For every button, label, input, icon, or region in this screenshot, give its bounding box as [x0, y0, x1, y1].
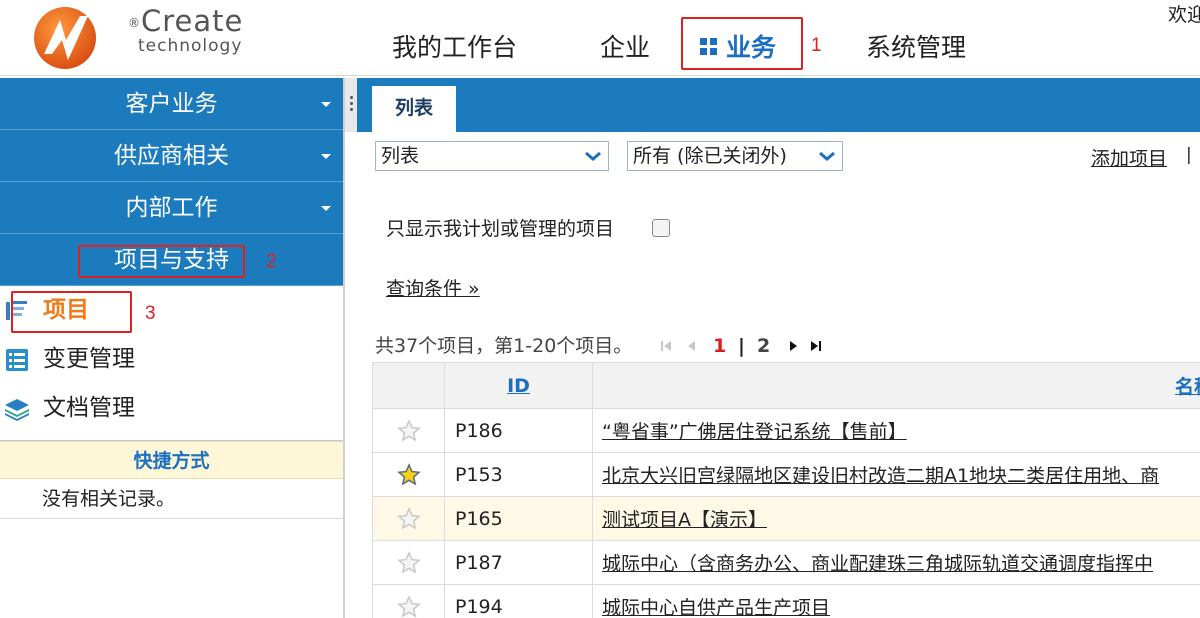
project-name-cell: 测试项目A【演示】: [592, 496, 1200, 541]
last-page-icon[interactable]: [810, 340, 822, 352]
grid-icon: [700, 38, 718, 56]
sidebar-category-supplier[interactable]: 供应商相关: [0, 130, 343, 182]
toolbar-separator: |: [1186, 145, 1192, 165]
table-row[interactable]: P165 测试项目A【演示】: [372, 496, 1200, 541]
chevron-down-icon: [819, 151, 835, 161]
shortcut-header: 快捷方式: [0, 441, 343, 479]
annotation-number-3: 3: [145, 303, 156, 324]
table-header-row: ID 名称: [372, 362, 1200, 409]
project-id: P153: [444, 452, 593, 497]
project-name-link[interactable]: 测试项目A【演示】: [602, 509, 767, 531]
filter-my-projects-checkbox[interactable]: [652, 219, 670, 237]
star-outline-icon[interactable]: [396, 506, 421, 531]
sidebar-category-label: 内部工作: [125, 195, 218, 221]
project-id: P165: [444, 496, 593, 541]
nav-business[interactable]: 业务: [700, 30, 776, 66]
add-project-link[interactable]: 添加项目: [1091, 144, 1167, 171]
sidebar-item-label: 变更管理: [43, 346, 135, 372]
sidebar-divider: [0, 433, 343, 441]
id-column-header[interactable]: ID: [444, 362, 593, 409]
welcome-text: 欢迎: [1167, 4, 1200, 26]
table-row[interactable]: P186 “粤省事”广佛居住登记系统【售前】: [372, 408, 1200, 453]
favorite-cell[interactable]: [372, 452, 445, 497]
caret-down-icon: [321, 102, 331, 107]
top-header: ®Create technology 我的工作台 企业 业务 系统管理 欢迎 1: [0, 0, 1200, 76]
status-select-value: 所有 (除已关闭外): [633, 145, 787, 167]
caret-down-icon: [321, 154, 331, 159]
name-column-header[interactable]: 名称: [592, 362, 1200, 409]
project-id: P187: [444, 540, 593, 585]
favorite-cell[interactable]: [372, 408, 445, 453]
sidebar-category-customer[interactable]: 客户业务: [0, 78, 343, 130]
page-current[interactable]: 1: [713, 332, 726, 360]
project-table: ID 名称 P186 “粤省事”广佛居住登记系统【售前】 P153 北京大兴旧宫绿隔地…: [372, 362, 1200, 618]
nav-workbench[interactable]: 我的工作台: [392, 30, 517, 66]
nav-enterprise[interactable]: 企业: [600, 30, 650, 66]
sidebar-item-document-management[interactable]: 文档管理: [0, 384, 343, 433]
table-row[interactable]: P194 城际中心自供产品生产项目: [372, 584, 1200, 618]
chevron-down-icon: [585, 151, 601, 161]
sidebar-item-change-management[interactable]: 变更管理: [0, 335, 343, 384]
project-icon: [6, 301, 27, 320]
star-column-header: [372, 362, 445, 409]
star-outline-icon[interactable]: [396, 550, 421, 575]
sidebar-splitter-handle[interactable]: [345, 78, 357, 132]
first-page-icon[interactable]: [660, 340, 672, 352]
change-management-icon: [6, 349, 28, 371]
favorite-cell[interactable]: [372, 540, 445, 585]
annotation-number-1: 1: [811, 35, 822, 56]
tab-list[interactable]: 列表: [372, 86, 456, 132]
company-logo[interactable]: ®Create technology: [32, 2, 242, 72]
name-sort-link[interactable]: 名称: [1175, 376, 1200, 398]
prev-page-icon[interactable]: [686, 340, 698, 352]
star-outline-icon[interactable]: [396, 418, 421, 443]
favorite-cell[interactable]: [372, 496, 445, 541]
caret-down-icon: [321, 206, 331, 211]
create-logo-icon: [34, 7, 96, 69]
sidebar-item-label: 项目: [43, 297, 89, 323]
star-outline-icon[interactable]: [396, 594, 421, 618]
sidebar-item-project[interactable]: 项目: [0, 286, 343, 335]
page-2[interactable]: 2: [757, 332, 770, 360]
project-name-cell: 北京大兴旧宫绿隔地区建设旧村改造二期A1地块二类居住用地、商: [592, 452, 1200, 497]
logo-brand: Create: [141, 4, 244, 38]
view-select[interactable]: 列表: [375, 141, 609, 171]
project-name-link[interactable]: 北京大兴旧宫绿隔地区建设旧村改造二期A1地块二类居住用地、商: [602, 465, 1159, 487]
star-filled-icon[interactable]: [396, 462, 421, 487]
project-name-cell: 城际中心（含商务办公、商业配建珠三角城际轨道交通调度指挥中: [592, 540, 1200, 585]
sidebar-category-label: 客户业务: [125, 91, 218, 117]
sidebar-category-label: 供应商相关: [114, 143, 229, 169]
result-summary: 共37个项目，第1-20个项目。: [375, 335, 633, 357]
filter-my-projects-label: 只显示我计划或管理的项目: [386, 218, 615, 240]
sidebar-category-label: 项目与支持: [114, 247, 229, 273]
logo-reg-mark: ®: [128, 16, 141, 30]
shortcut-empty-text: 没有相关记录。: [0, 479, 343, 519]
sidebar-item-label: 文档管理: [43, 395, 135, 421]
sidebar-category-internal[interactable]: 内部工作: [0, 182, 343, 234]
annotation-number-2: 2: [266, 251, 277, 272]
id-sort-link[interactable]: ID: [507, 375, 530, 397]
page-separator: |: [738, 335, 745, 357]
status-select[interactable]: 所有 (除已关闭外): [627, 141, 843, 171]
table-row[interactable]: P187 城际中心（含商务办公、商业配建珠三角城际轨道交通调度指挥中: [372, 540, 1200, 585]
nav-business-label: 业务: [726, 33, 777, 62]
logo-subtitle: technology: [138, 36, 243, 56]
table-row[interactable]: P153 北京大兴旧宫绿隔地区建设旧村改造二期A1地块二类居住用地、商: [372, 452, 1200, 497]
project-name-link[interactable]: 城际中心自供产品生产项目: [602, 597, 830, 618]
nav-system-management[interactable]: 系统管理: [866, 30, 966, 66]
project-name-cell: “粤省事”广佛居住登记系统【售前】: [592, 408, 1200, 453]
sidebar: 客户业务 供应商相关 内部工作 项目与支持 项目 变更管理 文档管理 快捷方式 …: [0, 78, 345, 618]
project-name-link[interactable]: 城际中心（含商务办公、商业配建珠三角城际轨道交通调度指挥中: [602, 553, 1153, 575]
document-stack-icon: [5, 399, 29, 421]
project-name-cell: 城际中心自供产品生产项目: [592, 584, 1200, 618]
query-conditions-link[interactable]: 查询条件 »: [386, 274, 480, 301]
sidebar-category-project-support[interactable]: 项目与支持: [0, 234, 343, 286]
favorite-cell[interactable]: [372, 584, 445, 618]
project-id: P186: [444, 408, 593, 453]
view-select-value: 列表: [381, 145, 420, 167]
project-name-link[interactable]: “粤省事”广佛居住登记系统【售前】: [602, 421, 907, 443]
main-tab-bar: 列表: [357, 78, 1200, 132]
project-id: P194: [444, 584, 593, 618]
next-page-icon[interactable]: [787, 340, 799, 352]
